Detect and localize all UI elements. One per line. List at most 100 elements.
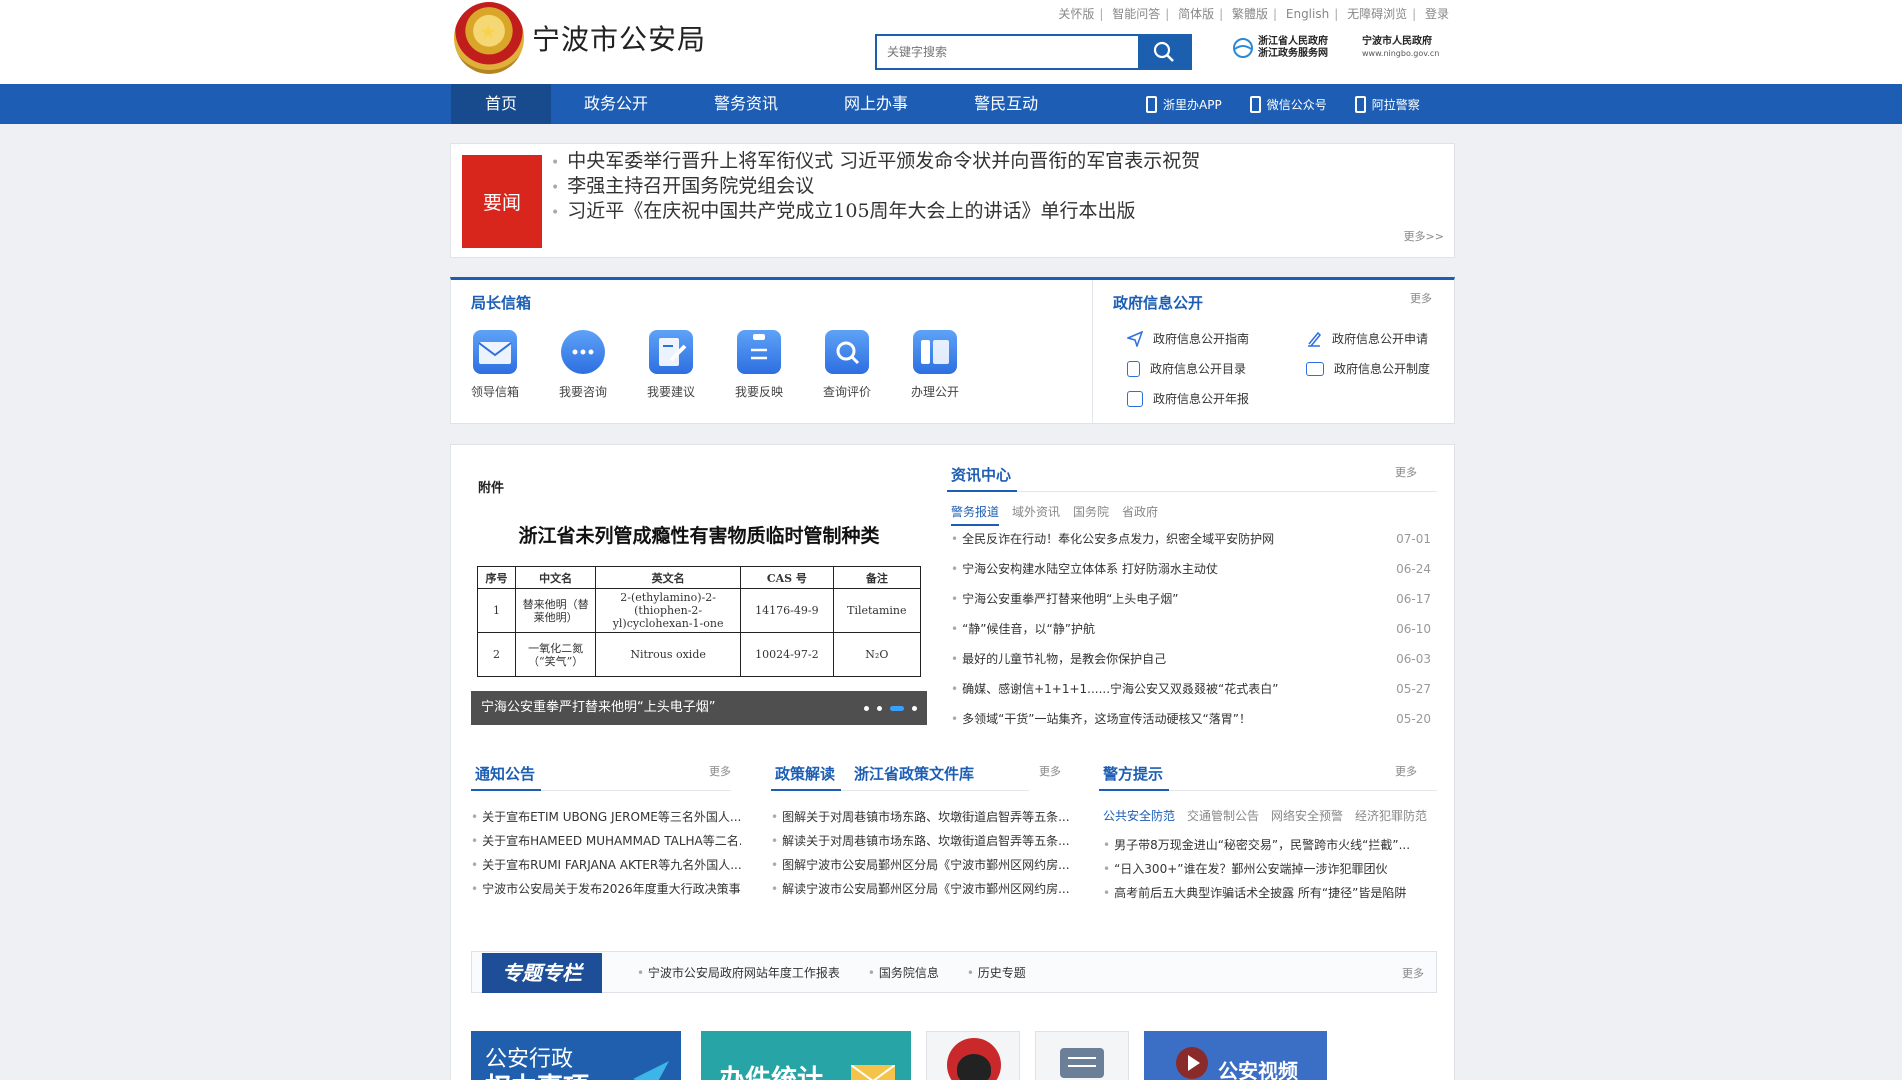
headline-more-link[interactable]: 更多>>: [1404, 228, 1444, 244]
slide-dot-active[interactable]: [890, 706, 904, 711]
gov-info-catalog-link[interactable]: 政府信息公开目录: [1127, 360, 1246, 377]
case-stats-banner[interactable]: 办件统计: [701, 1031, 911, 1080]
policy-list: 图解关于对周巷镇市场东路、坎墩街道启智弄等五条... 解读关于对周巷镇市场东路、…: [771, 805, 1071, 901]
tab-cyber[interactable]: 网络安全预警: [1271, 807, 1343, 828]
list-item[interactable]: 多领域“干货”一站集齐，这场宣传活动硬核又“落胃”！05-20: [951, 704, 1431, 734]
headline-list: 中央军委举行晋升上将军衔仪式 习近平颁发命令状并向晋衔的军官表示祝贺 李强主持召…: [551, 150, 1200, 225]
info-center-more-link[interactable]: 更多: [1395, 464, 1417, 480]
list-item[interactable]: 图解宁波市公安局鄞州区分局《宁波市鄞州区网约房...: [771, 853, 1071, 877]
list-item[interactable]: 确媒、感谢信+1+1+1......宁海公安又双叒叕被“花式表白”05-27: [951, 674, 1431, 704]
headline-item[interactable]: 中央军委举行晋升上将军衔仪式 习近平颁发命令状并向晋衔的军官表示祝贺: [551, 150, 1200, 175]
list-item[interactable]: 关于宣布HAMEED MUHAMMAD TALHA等二名...: [471, 829, 741, 853]
policy-more-link[interactable]: 更多: [1039, 763, 1061, 779]
nav-home[interactable]: 首页: [451, 84, 552, 124]
clipboard-icon: [737, 330, 781, 374]
video-play-icon: [1176, 1047, 1208, 1079]
topic-badge[interactable]: 专题专栏: [482, 953, 602, 993]
tab-public-safety[interactable]: 公共安全防范: [1103, 807, 1175, 828]
list-item[interactable]: 最好的儿童节礼物，是教会你保护自己06-03: [951, 644, 1431, 674]
list-item[interactable]: “日入300+”谁在发？鄞州公安端掉一涉诈犯罪团伙: [1103, 857, 1433, 881]
toplink-qa[interactable]: 智能问答: [1112, 7, 1160, 21]
title-underline: [471, 789, 541, 791]
police-admin-banner[interactable]: 公安行政 权力事项: [471, 1031, 681, 1080]
gov-info-apply-link[interactable]: 政府信息公开申请: [1306, 330, 1428, 347]
slide-dot[interactable]: [864, 706, 869, 711]
message-banner[interactable]: [1035, 1031, 1129, 1080]
nav-police-news[interactable]: 警务资讯: [681, 84, 811, 124]
headline-item[interactable]: 习近平《在庆祝中国共产党成立105周年大会上的讲话》单行本出版: [551, 200, 1200, 225]
topic-link[interactable]: 国务院信息: [868, 964, 939, 981]
topic-links: 宁波市公安局政府网站年度工作报表 国务院信息 历史专题: [637, 952, 1026, 992]
tab-state-council[interactable]: 国务院: [1073, 503, 1109, 526]
suggest-button[interactable]: 我要建议: [647, 330, 695, 400]
gov-info-guide-link[interactable]: 政府信息公开指南: [1125, 330, 1249, 348]
gov-info-annual-link[interactable]: 政府信息公开年报: [1127, 390, 1249, 407]
alert-more-link[interactable]: 更多: [1395, 763, 1417, 779]
consult-button[interactable]: 我要咨询: [559, 330, 607, 400]
title-rule: [1017, 491, 1437, 492]
phone-icon: [1146, 95, 1157, 113]
nav-online-service[interactable]: 网上办事: [811, 84, 941, 124]
ala-police-banner[interactable]: [926, 1031, 1020, 1080]
list-item[interactable]: 解读宁波市公安局鄞州区分局《宁波市鄞州区网约房...: [771, 877, 1071, 901]
policy-library-title[interactable]: 浙江省政策文件库: [854, 763, 974, 784]
toplink-simplified[interactable]: 简体版: [1178, 7, 1214, 21]
tab-traffic[interactable]: 交通管制公告: [1187, 807, 1259, 828]
toplink-care[interactable]: 关怀版: [1058, 7, 1094, 21]
topic-more-link[interactable]: 更多: [1402, 965, 1424, 981]
nav-interaction[interactable]: 警民互动: [941, 84, 1071, 124]
query-evaluate-button[interactable]: 查询评价: [823, 330, 871, 400]
nav-app-link[interactable]: 浙里办APP: [1146, 95, 1222, 113]
tab-economic[interactable]: 经济犯罪防范: [1355, 807, 1427, 828]
list-item[interactable]: “静”候佳音，以“静”护航06-10: [951, 614, 1431, 644]
ningbo-gov-logo[interactable]: 宁波市人民政府 www.ningbo.gov.cn: [1362, 36, 1439, 60]
slide-caption[interactable]: 宁海公安重拳严打替来他明“上头电子烟”: [471, 691, 927, 725]
notice-more-link[interactable]: 更多: [709, 763, 731, 779]
zhejiang-gov-logo[interactable]: 浙江省人民政府 浙江政务服务网: [1232, 36, 1328, 60]
search-input[interactable]: [877, 36, 1138, 68]
gov-info-more-link[interactable]: 更多: [1410, 290, 1432, 306]
tab-police-report[interactable]: 警务报道: [951, 503, 1000, 526]
title-underline: [771, 789, 841, 791]
list-item[interactable]: 男子带8万现金进山“秘密交易”，民警跨市火线“拦截”...: [1103, 833, 1433, 857]
toplink-english[interactable]: English: [1286, 7, 1329, 21]
process-public-button[interactable]: 办理公开: [911, 330, 959, 400]
gov-info-system-link[interactable]: 政府信息公开制度: [1306, 360, 1430, 377]
policy-title[interactable]: 政策解读: [775, 763, 835, 784]
nav-wechat-link[interactable]: 微信公众号: [1249, 95, 1327, 113]
list-item[interactable]: 关于宣布ETIM UBONG JEROME等三名外国人...: [471, 805, 741, 829]
tab-external-news[interactable]: 域外资讯: [1012, 503, 1060, 526]
report-button[interactable]: 我要反映: [735, 330, 783, 400]
phone-icon: [1249, 95, 1261, 113]
topic-link[interactable]: 宁波市公安局政府网站年度工作报表: [637, 964, 840, 981]
nav-police-link[interactable]: 阿拉警察: [1354, 95, 1420, 113]
site-logo[interactable]: 宁波市公安局: [454, 2, 706, 74]
list-item[interactable]: 宁海公安重拳严打替来他明“上头电子烟”06-17: [951, 584, 1431, 614]
leader-mailbox-button[interactable]: 领导信箱: [471, 330, 519, 400]
list-item[interactable]: 关于宣布RUMI FARJANA AKTER等九名外国人...: [471, 853, 741, 877]
notice-title: 通知公告: [475, 765, 536, 783]
slide-dot[interactable]: [877, 706, 882, 711]
list-item[interactable]: 高考前后五大典型诈骗话术全披露 所有“捷径”皆是陷阱: [1103, 881, 1433, 905]
toplink-traditional[interactable]: 繁體版: [1232, 7, 1268, 21]
nav-gov-affairs[interactable]: 政务公开: [551, 84, 681, 124]
title-rule: [541, 790, 731, 791]
list-item[interactable]: 解读关于对周巷镇市场东路、坎墩街道启智弄等五条...: [771, 829, 1071, 853]
toplink-accessibility[interactable]: 无障碍浏览: [1347, 7, 1407, 21]
list-item[interactable]: 图解关于对周巷镇市场东路、坎墩街道启智弄等五条...: [771, 805, 1071, 829]
search-button[interactable]: [1138, 36, 1190, 68]
headline-panel: 要闻 中央军委举行晋升上将军衔仪式 习近平颁发命令状并向晋衔的军官表示祝贺 李强…: [450, 143, 1455, 258]
title-underline: [1099, 789, 1169, 791]
edit-document-icon: [649, 330, 693, 374]
tab-provincial-gov[interactable]: 省政府: [1122, 503, 1158, 526]
news-slideshow[interactable]: 附件 浙江省未列管成瘾性有害物质临时管制种类 序号 中文名 英文名 CAS 号 …: [471, 477, 927, 725]
slide-dot[interactable]: [912, 706, 917, 711]
toplink-login[interactable]: 登录: [1425, 7, 1449, 21]
list-item[interactable]: 宁海公安构建水陆空立体体系 打好防溺水主动仗06-24: [951, 554, 1431, 584]
slide-doc-table: 序号 中文名 英文名 CAS 号 备注 1 替来他明（替莱他明） 2-(ethy…: [476, 566, 922, 677]
police-video-banner[interactable]: 公安视频: [1144, 1031, 1327, 1080]
headline-item[interactable]: 李强主持召开国务院党组会议: [551, 175, 1200, 200]
topic-link[interactable]: 历史专题: [967, 964, 1026, 981]
list-item[interactable]: 宁波市公安局关于发布2026年度重大行政决策事...: [471, 877, 741, 901]
list-item[interactable]: 全民反诈在行动！奉化公安多点发力，织密全域平安防护网07-01: [951, 524, 1431, 554]
